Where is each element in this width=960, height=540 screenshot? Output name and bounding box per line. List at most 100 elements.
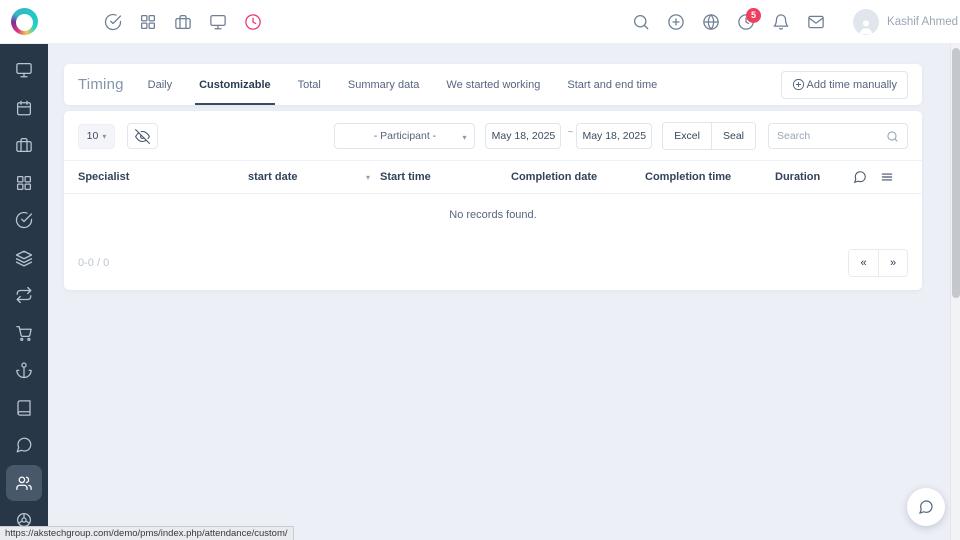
sidebar-item-dashboard[interactable] [6,52,42,88]
topbar-right-icons: 5 [624,5,833,39]
column-label: Specialist [78,171,129,183]
column-header-start-date[interactable]: start date ▾ [248,171,380,183]
bell-icon[interactable] [764,5,798,39]
tab-total[interactable]: Total [298,64,321,105]
column-label: Completion date [511,171,597,183]
top-navbar: 5 Kashif Ahmed [0,0,960,44]
layers-icon [15,249,33,267]
chat-bubble-icon [918,499,934,515]
check-circle-icon[interactable] [96,5,130,39]
column-label: Duration [775,171,820,183]
records-card: 10 ▾ - Participant - ▾ May 18, 2025 ~ Ma… [64,111,922,290]
column-settings-icon[interactable] [880,170,894,184]
tab-summary-data[interactable]: Summary data [348,64,420,105]
page-size-select[interactable]: 10 ▾ [78,124,115,149]
date-separator: ~ [567,127,573,138]
menu-toggle-icon[interactable] [48,5,82,39]
empty-message: No records found. [64,194,922,243]
monitor-icon[interactable] [201,5,235,39]
grid-icon[interactable] [131,5,165,39]
page-size-value: 10 [87,130,99,142]
sidebar-nav [0,44,48,540]
prev-page-button[interactable]: « [849,250,878,276]
calendar-icon [15,99,33,117]
search-input[interactable] [777,130,886,142]
export-button-group: Excel Seal [662,122,756,150]
sidebar-item-orders[interactable] [6,315,42,351]
sidebar-item-tasks[interactable] [6,202,42,238]
clock-icon[interactable]: 5 [729,5,763,39]
sidebar-item-messages[interactable] [6,427,42,463]
sidebar-item-transactions[interactable] [6,277,42,313]
eye-off-icon [135,129,150,144]
sidebar-item-docs[interactable] [6,390,42,426]
chevron-down-icon: ▾ [462,133,466,142]
excel-button[interactable]: Excel [663,123,711,149]
anchor-icon [15,361,33,379]
message-icon [15,436,33,454]
column-header-specialist[interactable]: Specialist [78,171,248,183]
page-title: Timing [78,76,124,93]
search-box [768,123,908,149]
chevron-down-icon: ▾ [102,132,106,141]
topbar-left-icons [96,5,270,39]
grid-icon [15,174,33,192]
column-header-duration[interactable]: Duration [775,171,845,183]
column-header-completion-date[interactable]: Completion date [511,171,645,183]
date-to-input[interactable]: May 18, 2025 [576,123,652,149]
participant-select[interactable]: - Participant - ▾ [334,123,475,149]
status-url-bar: https://akstechgroup.com/demo/pms/index.… [0,526,294,540]
toggle-columns-button[interactable] [127,123,158,149]
briefcase-icon[interactable] [166,5,200,39]
filter-row: 10 ▾ - Participant - ▾ May 18, 2025 ~ Ma… [64,111,922,160]
avatar[interactable] [853,9,879,35]
repeat-icon [15,286,33,304]
check-circle-icon [15,211,33,229]
tab-daily[interactable]: Daily [148,64,172,105]
pager: « » [848,249,908,277]
sidebar-item-calendar[interactable] [6,90,42,126]
scrollbar-thumb[interactable] [952,48,960,298]
next-page-button[interactable]: » [878,250,907,276]
sort-caret-icon[interactable]: ▾ [366,173,370,182]
column-header-completion-time[interactable]: Completion time [645,171,775,183]
seal-button[interactable]: Seal [711,123,755,149]
tab-we-started-working[interactable]: We started working [446,64,540,105]
table-header-row: Specialist start date ▾ Start time Completio… [64,160,922,194]
column-header-start-time[interactable]: Start time [380,171,511,183]
clock-icon[interactable] [236,5,270,39]
column-label: Start time [380,171,431,183]
tab-bar: Daily Customizable Total Summary data We sta… [148,64,685,105]
date-from-input[interactable]: May 18, 2025 [485,123,561,149]
column-label: start date [248,171,298,183]
tab-customizable[interactable]: Customizable [199,64,271,105]
pagination-info: 0-0 / 0 [78,257,109,269]
main-content: Timing Daily Customizable Total Summary dat… [48,44,948,540]
plus-circle-icon[interactable] [659,5,693,39]
book-icon [15,399,33,417]
plus-circle-icon [792,78,805,91]
users-icon [15,474,33,492]
chat-fab-button[interactable] [907,488,945,526]
sidebar-item-stack[interactable] [6,240,42,276]
column-label: Completion time [645,171,731,183]
tab-start-and-end-time[interactable]: Start and end time [567,64,657,105]
search-icon[interactable] [624,5,658,39]
search-icon [886,130,899,143]
user-name[interactable]: Kashif Ahmed [887,16,958,28]
sidebar-item-anchor[interactable] [6,352,42,388]
add-time-manually-button[interactable]: Add time manually [781,71,909,99]
monitor-icon [15,61,33,79]
sidebar-item-apps[interactable] [6,165,42,201]
add-button-label: Add time manually [807,79,898,91]
sidebar-item-attendance[interactable] [6,465,42,501]
app-logo[interactable] [0,0,48,44]
globe-icon[interactable] [694,5,728,39]
comments-column-icon[interactable] [853,170,867,184]
sidebar-item-projects[interactable] [6,127,42,163]
mail-icon[interactable] [799,5,833,39]
briefcase-icon [15,136,33,154]
page-scrollbar[interactable] [950,44,960,540]
tabs-card: Timing Daily Customizable Total Summary dat… [64,64,922,105]
notification-badge: 5 [746,8,761,23]
